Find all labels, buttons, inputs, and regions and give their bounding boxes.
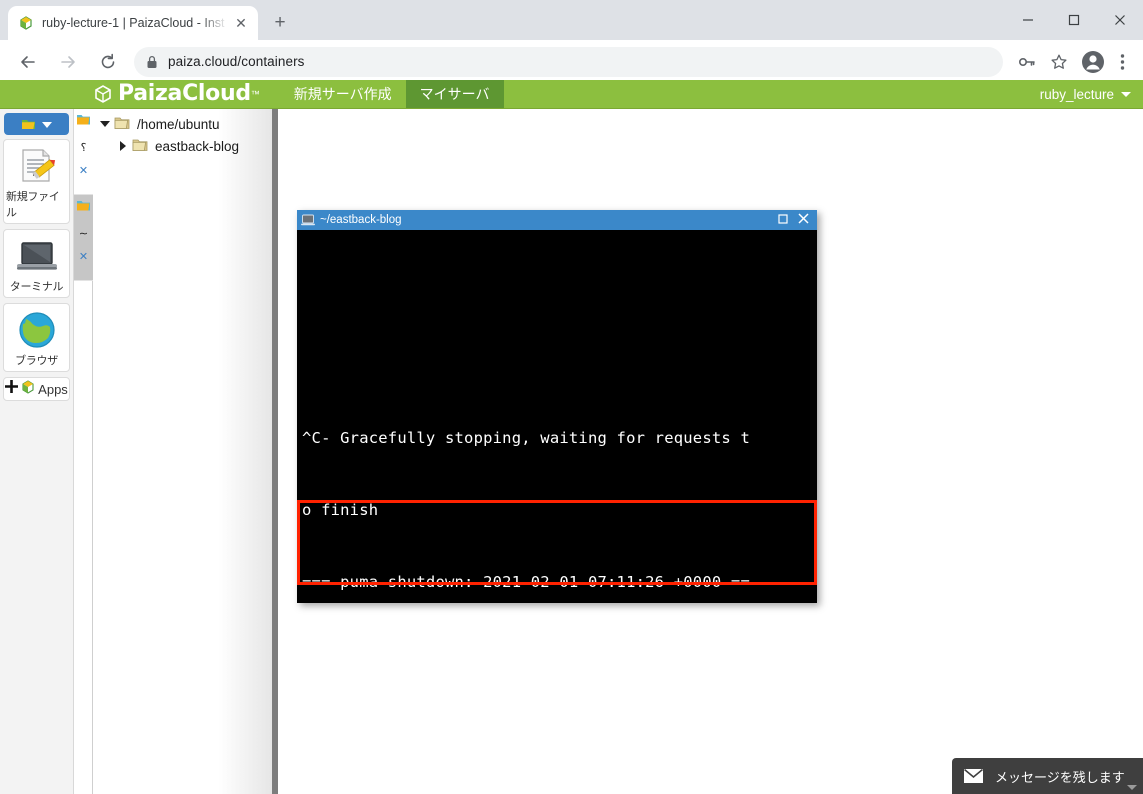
file-tree: /home/ubuntu eastback-blog: [93, 109, 272, 794]
workspace: ~/eastback-blog ^C- Gracefully stopping,…: [278, 109, 1143, 794]
browser-tabstrip: ruby-lecture-1 | PaizaCloud - Inst ✕ +: [0, 0, 1143, 40]
profile-icon[interactable]: [1079, 48, 1107, 76]
close-icon[interactable]: ✕: [79, 166, 88, 177]
tabstrip-left-edge: [0, 0, 8, 40]
maximize-icon[interactable]: [1051, 0, 1097, 40]
terminal-line: o finish: [302, 501, 379, 519]
terminal-titlebar[interactable]: ~/eastback-blog: [297, 210, 817, 230]
chevron-down-icon[interactable]: [97, 121, 113, 127]
chevron-down-icon: [1127, 785, 1137, 790]
terminal-line: ^C- Gracefully stopping, waiting for req…: [302, 429, 750, 447]
leave-message-label: メッセージを残します: [995, 769, 1125, 785]
app-header: PaizaCloud ™ 新規サーバ作成 マイサーバ ruby_lecture: [0, 80, 1143, 109]
brand-name: PaizaCloud: [118, 81, 251, 106]
address-bar-url: paiza.cloud/containers: [168, 54, 305, 69]
new-file-icon: [15, 146, 59, 186]
window-tab-1[interactable]: ⸮ ✕: [74, 109, 93, 195]
close-window-icon[interactable]: [1097, 0, 1143, 40]
file-tree-item-eastback-blog[interactable]: eastback-blog: [93, 135, 272, 157]
window-tab-2[interactable]: ∼ ✕: [74, 195, 93, 281]
envelope-icon: [963, 768, 984, 783]
terminal-title-text: ~/eastback-blog: [320, 214, 402, 226]
file-tree-label: /home/ubuntu: [137, 116, 220, 132]
reload-icon[interactable]: [93, 47, 123, 77]
key-icon[interactable]: [1013, 48, 1041, 76]
nav-item-new-server[interactable]: 新規サーバ作成: [280, 80, 406, 108]
chevron-down-icon: [1121, 92, 1131, 97]
tool-new-file[interactable]: 新規ファイル: [3, 139, 70, 224]
nav-item-my-server[interactable]: マイサーバ: [405, 80, 504, 108]
close-icon[interactable]: [793, 213, 813, 227]
chevron-right-icon[interactable]: [115, 141, 131, 151]
browser-tab-title: ruby-lecture-1 | PaizaCloud - Inst: [42, 16, 225, 30]
user-menu[interactable]: ruby_lecture: [1040, 80, 1131, 109]
close-icon[interactable]: ✕: [79, 252, 88, 263]
maximize-icon[interactable]: [773, 213, 793, 227]
folder-icon: [113, 115, 131, 134]
app-nav: 新規サーバ作成 マイサーバ: [280, 80, 504, 108]
new-tab-button[interactable]: +: [266, 9, 294, 37]
file-tree-item-home[interactable]: /home/ubuntu: [93, 113, 272, 135]
star-icon[interactable]: [1045, 48, 1073, 76]
window-tab-mark: ∼: [78, 228, 89, 240]
tool-label: 新規ファイル: [6, 191, 60, 219]
forward-icon[interactable]: [53, 47, 83, 77]
terminal-window: ~/eastback-blog ^C- Gracefully stopping,…: [297, 210, 817, 603]
window-controls: [1005, 0, 1143, 40]
leave-message-widget[interactable]: メッセージを残します: [952, 758, 1143, 794]
user-name: ruby_lecture: [1039, 87, 1114, 102]
browser-window: ruby-lecture-1 | PaizaCloud - Inst ✕ + p…: [0, 0, 1143, 794]
browser-tab[interactable]: ruby-lecture-1 | PaizaCloud - Inst ✕: [8, 6, 258, 40]
folder-open-icon: [21, 117, 36, 131]
plus-icon: [5, 380, 19, 398]
apps-button[interactable]: Apps: [3, 377, 70, 401]
address-bar[interactable]: paiza.cloud/containers: [134, 46, 1003, 77]
tool-sidebar: 新規ファイル ターミナル ブラウザ Apps: [0, 109, 74, 794]
back-icon[interactable]: [13, 47, 43, 77]
paizacloud-box-icon: [18, 15, 34, 31]
chevron-down-icon: [42, 115, 52, 133]
kebab-menu-icon[interactable]: [1109, 48, 1135, 76]
paizacloud-box-icon: [92, 83, 114, 105]
globe-browser-icon: [15, 310, 59, 350]
brand: PaizaCloud ™: [92, 80, 260, 108]
paizacloud-box-icon: [20, 379, 36, 400]
tool-browser[interactable]: ブラウザ: [3, 303, 70, 372]
tool-terminal[interactable]: ターミナル: [3, 229, 70, 298]
trademark-symbol: ™: [250, 89, 260, 99]
window-tabs-strip: ⸮ ✕ ∼ ✕: [74, 109, 93, 794]
tool-label: ブラウザ: [15, 355, 58, 367]
folder-icon: [76, 199, 91, 217]
apps-label: Apps: [38, 381, 68, 397]
terminal-laptop-icon: [15, 236, 59, 276]
file-tree-label: eastback-blog: [155, 138, 240, 154]
lock-icon: [146, 55, 158, 69]
browser-toolbar: paiza.cloud/containers: [0, 40, 1143, 84]
server-selector[interactable]: [4, 113, 69, 135]
tool-label: ターミナル: [9, 281, 64, 293]
window-tab-mark: ⸮: [80, 142, 87, 154]
close-icon[interactable]: ✕: [232, 14, 250, 32]
terminal-window-icon: [301, 214, 315, 226]
minimize-icon[interactable]: [1005, 0, 1051, 40]
folder-icon: [131, 137, 149, 156]
terminal-output[interactable]: ^C- Gracefully stopping, waiting for req…: [297, 230, 817, 603]
folder-icon: [76, 113, 91, 131]
page-content: PaizaCloud ™ 新規サーバ作成 マイサーバ ruby_lecture …: [0, 80, 1143, 794]
terminal-line: === puma shutdown: 2021-02-01 07:11:26 +…: [302, 573, 750, 591]
